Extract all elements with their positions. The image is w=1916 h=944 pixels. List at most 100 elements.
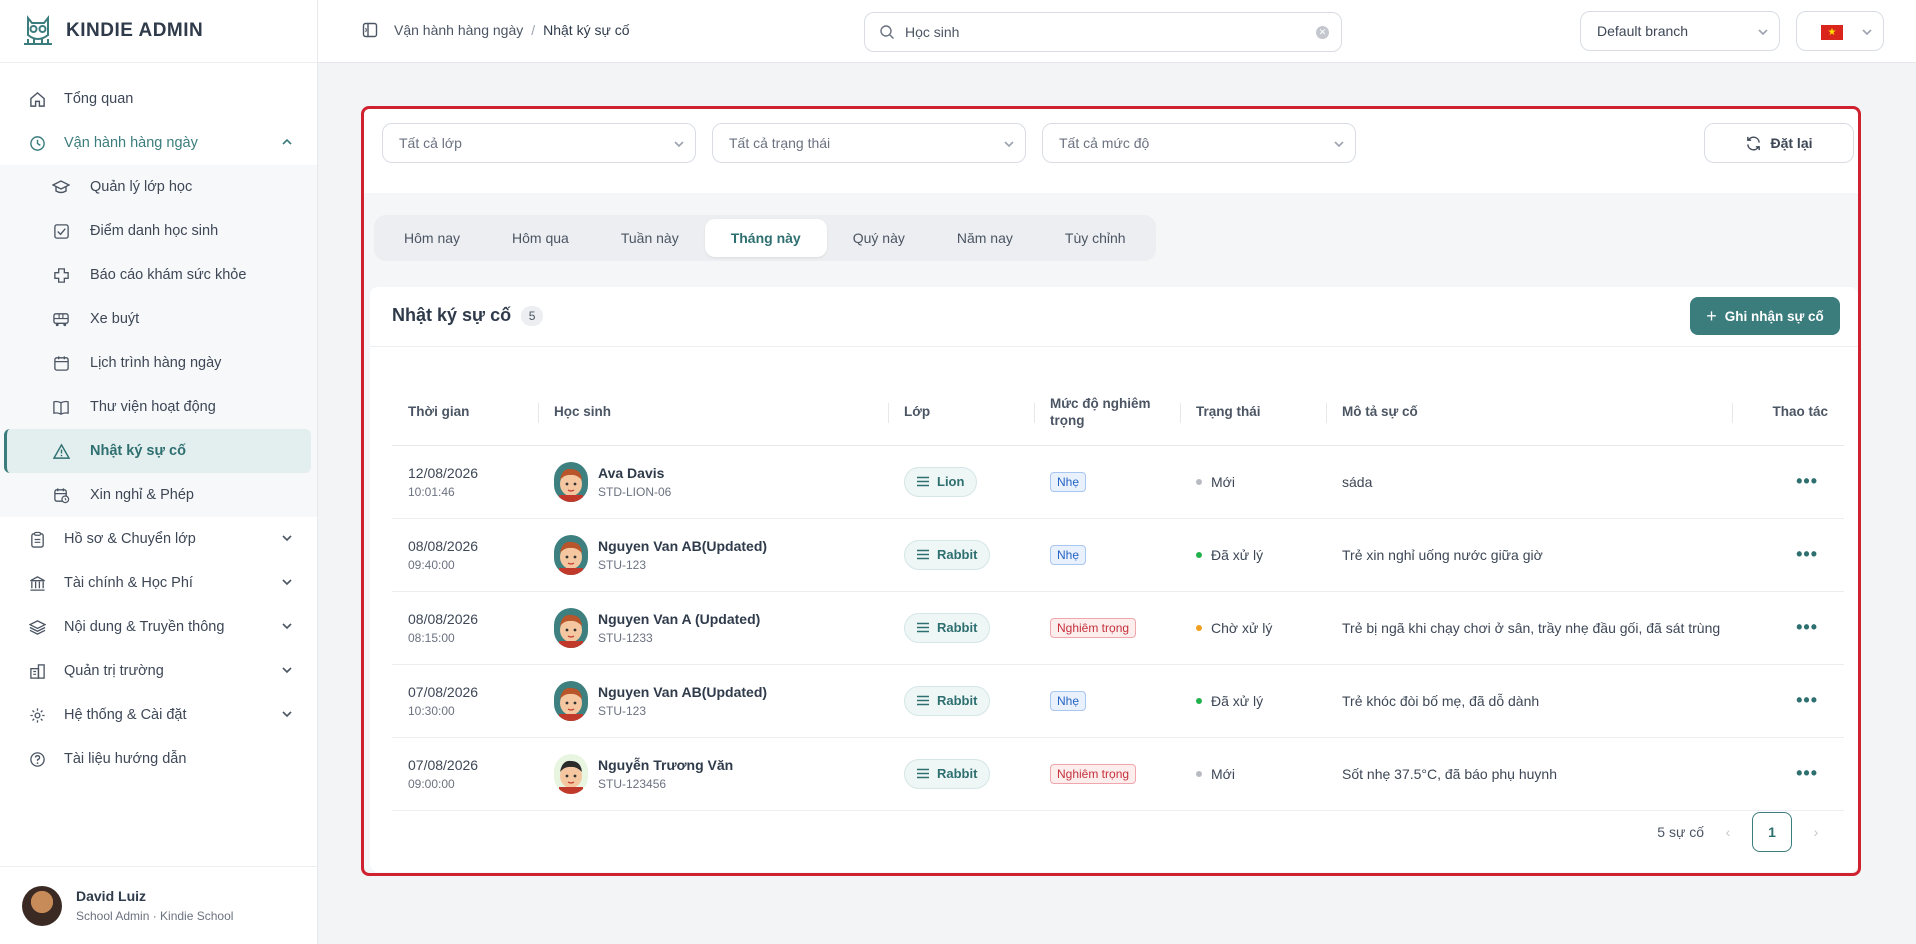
language-select[interactable]: ★ [1796, 11, 1884, 51]
warning-icon [52, 442, 70, 460]
more-actions-icon[interactable]: ••• [1732, 591, 1844, 665]
sidebar-item-settings[interactable]: Hệ thống & Cài đặt [0, 693, 317, 737]
sidebar-item-label: Tài liệu hướng dẫn [64, 751, 187, 767]
sidebar-item-bus[interactable]: Xe buýt [0, 297, 317, 341]
student-cell: Nguyen Van AB(Updated) STU-123 [538, 518, 888, 592]
severity-badge: Nhẹ [1050, 690, 1087, 711]
more-actions-icon[interactable]: ••• [1732, 664, 1844, 738]
list-icon [917, 622, 929, 633]
student-name[interactable]: Nguyen Van A (Updated) [598, 611, 760, 627]
search-value: Học sinh [905, 24, 960, 40]
reset-button[interactable]: Đặt lại [1704, 123, 1854, 163]
sidebar-item-health-report[interactable]: Báo cáo khám sức khỏe [0, 253, 317, 297]
building-icon [28, 662, 46, 680]
incident-time: 10:30:00 [408, 703, 455, 718]
tab-today[interactable]: Hôm nay [378, 219, 486, 257]
severity-filter-value: Tất cả mức độ [1059, 135, 1150, 151]
breadcrumb-parent[interactable]: Vận hành hàng ngày [394, 22, 523, 38]
description-cell: Trẻ khóc đòi bố mẹ, đã dỗ dành [1326, 664, 1732, 738]
prev-page-icon[interactable]: ‹ [1718, 824, 1738, 840]
tab-this-week[interactable]: Tuần này [595, 219, 705, 257]
tab-yesterday[interactable]: Hôm qua [486, 219, 595, 257]
table-row[interactable]: 07/08/2026 09:00:00 Nguyễn Trương Văn ST… [392, 737, 1844, 811]
table-row[interactable]: 08/08/2026 08:15:00 Nguyen Van A (Update… [392, 591, 1844, 665]
table-row[interactable]: 08/08/2026 09:40:00 Nguyen Van AB(Update… [392, 518, 1844, 592]
column-header-status[interactable]: Trạng thái [1180, 379, 1326, 446]
student-name[interactable]: Nguyen Van AB(Updated) [598, 684, 767, 700]
sidebar-item-content[interactable]: Nội dung & Truyền thông [0, 605, 317, 649]
tab-custom[interactable]: Tùy chỉnh [1039, 219, 1152, 257]
book-icon [52, 398, 70, 416]
incident-date: 07/08/2026 [408, 683, 479, 700]
sidebar-item-records[interactable]: Hồ sơ & Chuyển lớp [0, 517, 317, 561]
column-header-actions: Thao tác [1732, 379, 1844, 446]
class-filter-select[interactable]: Tất cả lớp [382, 123, 696, 163]
student-name[interactable]: Nguyen Van AB(Updated) [598, 538, 767, 554]
incident-panel: Tất cả lớp Tất cả trạng thái Tất cả mức … [361, 106, 1861, 876]
search-input[interactable]: Học sinh ✕ [864, 12, 1342, 52]
status-dot [1196, 697, 1202, 704]
column-header-description[interactable]: Mô tả sự cố [1326, 379, 1732, 446]
page-button[interactable]: 1 [1752, 812, 1792, 852]
breadcrumb-current: Nhật ký sự cố [543, 22, 630, 38]
sidebar-item-daily-operations[interactable]: Vận hành hàng ngày [0, 121, 317, 165]
class-cell: Rabbit [888, 591, 1034, 665]
student-cell: Nguyễn Trương Văn STU-123456 [538, 737, 888, 811]
plus-icon: + [1706, 305, 1717, 326]
tab-this-quarter[interactable]: Quý này [827, 219, 931, 257]
status-cell: Đã xử lý [1180, 664, 1326, 738]
user-role: School Admin · Kindie School [76, 909, 234, 923]
student-avatar [554, 534, 588, 575]
chevron-down-icon [282, 535, 292, 542]
tab-this-year[interactable]: Năm nay [931, 219, 1039, 257]
table-row[interactable]: 07/08/2026 10:30:00 Nguyen Van AB(Update… [392, 664, 1844, 738]
description-cell: Trẻ bị ngã khi chạy chơi ở sân, trầy nhẹ… [1326, 591, 1732, 665]
student-avatar [554, 607, 588, 648]
table-row[interactable]: 12/08/2026 10:01:46 Ava Davis STD-LION-0… [392, 445, 1844, 519]
student-name[interactable]: Nguyễn Trương Văn [598, 757, 733, 773]
student-cell: Ava Davis STD-LION-06 [538, 445, 888, 519]
sidebar-item-attendance[interactable]: Điểm danh học sinh [0, 209, 317, 253]
sidebar-item-label: Báo cáo khám sức khỏe [90, 267, 247, 283]
sidebar-item-activity-library[interactable]: Thư viện hoạt động [0, 385, 317, 429]
sidebar-item-overview[interactable]: Tổng quan [0, 77, 317, 121]
clock-icon [28, 134, 46, 152]
add-incident-button[interactable]: + Ghi nhận sự cố [1690, 297, 1840, 335]
more-actions-icon[interactable]: ••• [1732, 518, 1844, 592]
brand[interactable]: KINDIE ADMIN [0, 0, 317, 63]
user-profile[interactable]: David Luiz School Admin · Kindie School [0, 866, 318, 944]
medical-cross-icon [52, 266, 70, 284]
branch-select[interactable]: Default branch [1580, 11, 1780, 51]
column-header-time[interactable]: Thời gian [392, 379, 538, 446]
column-header-student[interactable]: Học sinh [538, 379, 888, 446]
student-name[interactable]: Ava Davis [598, 465, 671, 481]
sidebar-item-school-admin[interactable]: Quản trị trường [0, 649, 317, 693]
sidebar-item-incident-log[interactable]: Nhật ký sự cố [4, 429, 311, 473]
sidebar-item-docs[interactable]: Tài liệu hướng dẫn [0, 737, 317, 781]
checkbox-icon [52, 222, 70, 240]
severity-badge: Nghiêm trọng [1050, 763, 1137, 784]
sidebar-item-class-management[interactable]: Quản lý lớp học [0, 165, 317, 209]
severity-filter-select[interactable]: Tất cả mức độ [1042, 123, 1356, 163]
column-header-class[interactable]: Lớp [888, 379, 1034, 446]
sidebar-item-daily-schedule[interactable]: Lịch trình hàng ngày [0, 341, 317, 385]
topbar: Vận hành hàng ngày / Nhật ký sự cố Học s… [318, 0, 1916, 63]
more-actions-icon[interactable]: ••• [1732, 737, 1844, 811]
student-code: STU-123 [598, 557, 647, 572]
status-filter-select[interactable]: Tất cả trạng thái [712, 123, 1026, 163]
student-avatar [554, 753, 588, 794]
next-page-icon[interactable]: › [1806, 824, 1826, 840]
tab-this-month[interactable]: Tháng này [704, 219, 827, 257]
count-badge: 5 [521, 305, 544, 326]
sidebar-item-finance[interactable]: Tài chính & Học Phí [0, 561, 317, 605]
status-dot [1196, 478, 1202, 485]
class-name: Rabbit [937, 693, 978, 708]
column-header-severity[interactable]: Mức độ nghiêm trọng [1034, 379, 1180, 446]
search-icon [880, 25, 894, 39]
clear-search-icon[interactable]: ✕ [1316, 26, 1329, 39]
sidebar-toggle-icon[interactable] [362, 22, 378, 38]
class-name: Rabbit [937, 547, 978, 562]
sidebar-item-leave-requests[interactable]: Xin nghỉ & Phép [0, 473, 317, 517]
class-badge: Rabbit [904, 758, 991, 789]
more-actions-icon[interactable]: ••• [1732, 445, 1844, 519]
